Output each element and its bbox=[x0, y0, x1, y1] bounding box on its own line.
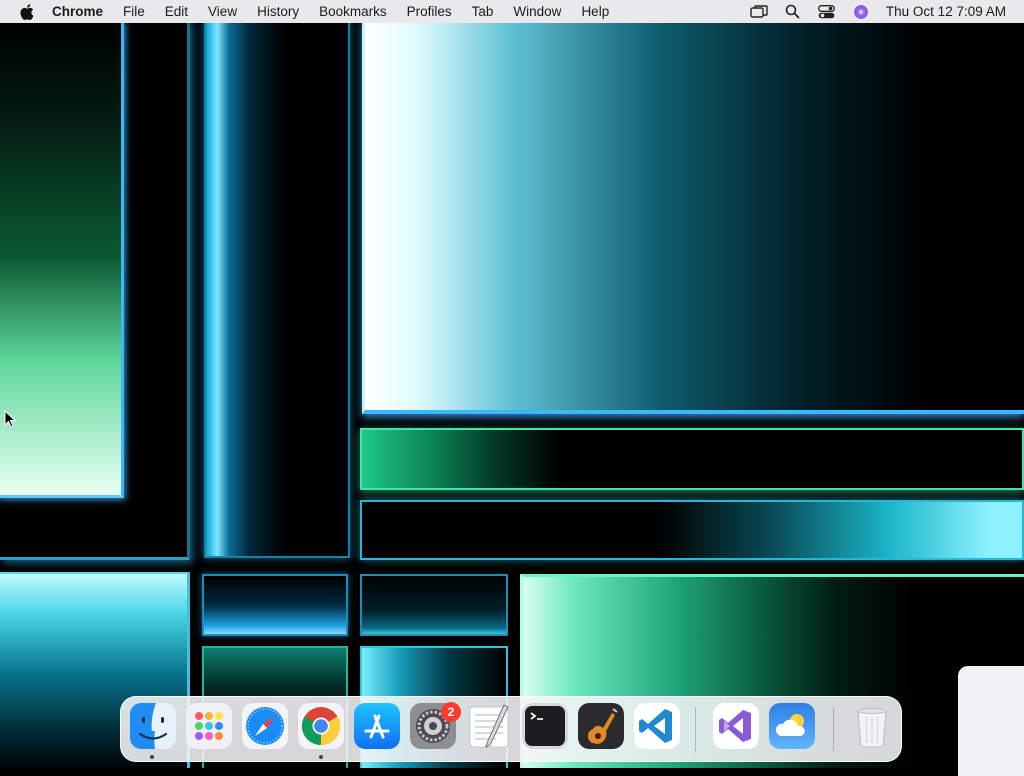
textedit-icon bbox=[469, 704, 509, 748]
finder-icon bbox=[130, 703, 176, 749]
menu-clock[interactable]: Thu Oct 12 7:09 AM bbox=[878, 4, 1024, 19]
wallpaper-panel bbox=[362, 20, 1024, 414]
dock-visual-studio[interactable] bbox=[713, 703, 759, 749]
search-icon[interactable] bbox=[776, 0, 810, 23]
dock-terminal[interactable] bbox=[522, 703, 568, 749]
safari-icon bbox=[242, 703, 288, 749]
dock-trash[interactable] bbox=[849, 703, 895, 749]
dock-garageband[interactable] bbox=[578, 703, 624, 749]
dock-textedit[interactable] bbox=[466, 703, 512, 749]
dock-finder[interactable] bbox=[130, 703, 176, 749]
visual-studio-icon bbox=[713, 703, 759, 749]
dock-weather[interactable] bbox=[769, 703, 815, 749]
dock-launchpad[interactable] bbox=[186, 703, 232, 749]
launchpad-icon bbox=[186, 703, 232, 749]
garageband-icon bbox=[578, 703, 624, 749]
app-store-icon bbox=[354, 703, 400, 749]
menu-tab[interactable]: Tab bbox=[462, 4, 504, 19]
dock-separator bbox=[833, 707, 834, 751]
apple-menu-icon[interactable] bbox=[10, 3, 44, 20]
menu-history[interactable]: History bbox=[247, 4, 309, 19]
menu-window[interactable]: Window bbox=[503, 4, 571, 19]
siri-icon[interactable] bbox=[844, 0, 878, 23]
dock-app-store[interactable] bbox=[354, 703, 400, 749]
dock-safari[interactable] bbox=[242, 703, 288, 749]
screen-mirroring-icon[interactable] bbox=[742, 0, 776, 23]
menu-bar: Chrome File Edit View History Bookmarks … bbox=[0, 0, 1024, 23]
control-center-icon[interactable] bbox=[810, 0, 844, 23]
wallpaper-panel bbox=[360, 574, 508, 636]
menu-app-name[interactable]: Chrome bbox=[44, 4, 113, 19]
weather-icon bbox=[769, 703, 815, 749]
menu-profiles[interactable]: Profiles bbox=[397, 4, 462, 19]
dock-vscode[interactable] bbox=[634, 703, 680, 749]
mouse-pointer-icon bbox=[4, 409, 17, 433]
desktop-widget[interactable] bbox=[958, 666, 1024, 776]
notification-badge: 2 bbox=[441, 702, 461, 722]
trash-icon bbox=[857, 708, 887, 748]
menu-edit[interactable]: Edit bbox=[155, 4, 198, 19]
wallpaper-panel bbox=[360, 428, 1024, 490]
desktop-wallpaper bbox=[0, 0, 1024, 768]
menu-help[interactable]: Help bbox=[571, 4, 619, 19]
wallpaper-panel bbox=[204, 20, 350, 558]
wallpaper-panel bbox=[360, 500, 1024, 560]
terminal-icon bbox=[522, 703, 568, 749]
vscode-icon bbox=[634, 703, 680, 749]
running-indicator bbox=[319, 755, 323, 759]
running-indicator bbox=[150, 755, 154, 759]
menu-file[interactable]: File bbox=[113, 4, 155, 19]
chrome-icon bbox=[298, 703, 344, 749]
wallpaper-panel bbox=[202, 574, 348, 636]
dock-separator bbox=[695, 707, 696, 751]
dock: 2 bbox=[120, 696, 902, 762]
menu-view[interactable]: View bbox=[198, 4, 247, 19]
menu-bookmarks[interactable]: Bookmarks bbox=[309, 4, 397, 19]
dock-chrome[interactable] bbox=[298, 703, 344, 749]
wallpaper-panel bbox=[0, 20, 124, 498]
